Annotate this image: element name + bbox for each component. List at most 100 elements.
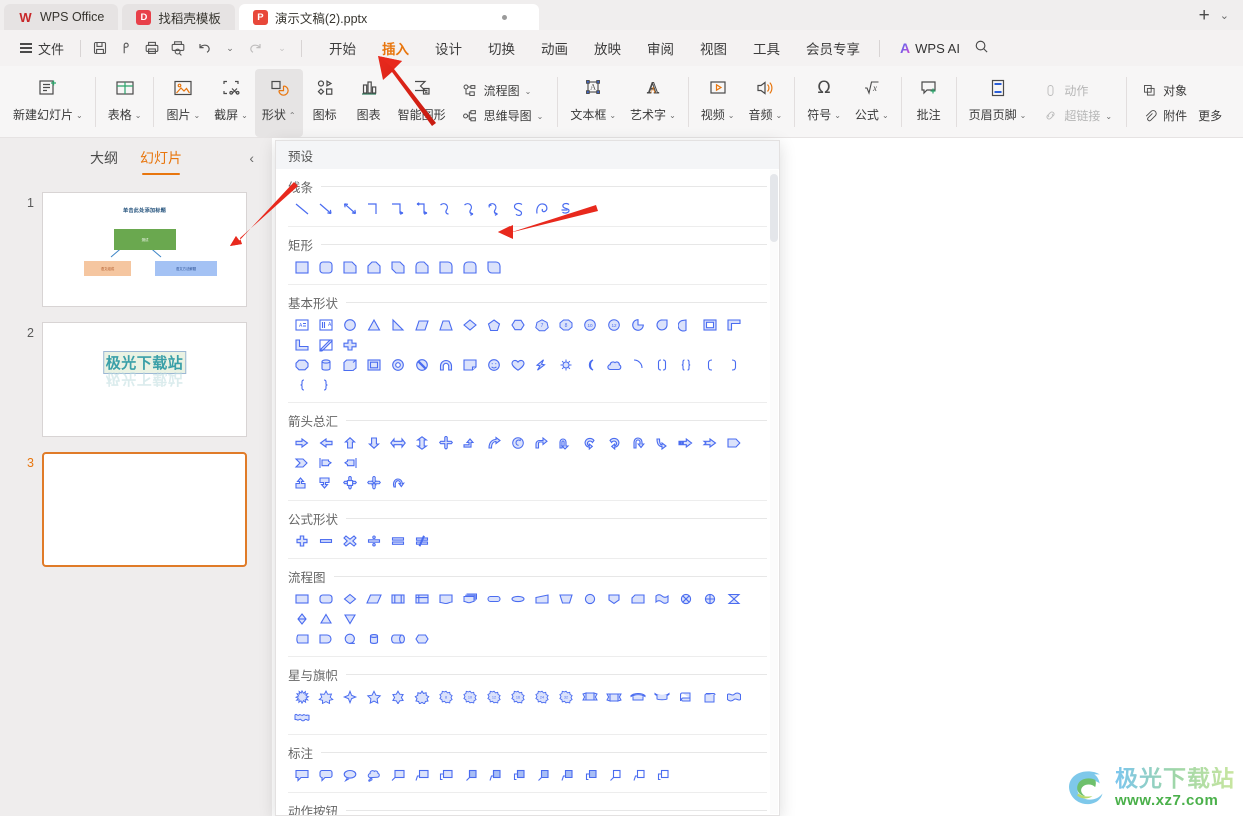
shape-freeform-shape[interactable] (530, 199, 554, 219)
shape-left-circular-arrow[interactable] (578, 433, 602, 453)
shape-u-turn-arrow[interactable] (554, 433, 578, 453)
shape-trapezoid[interactable] (434, 315, 458, 335)
shape-sun[interactable] (554, 355, 578, 375)
shape-up-down-arrow[interactable] (410, 433, 434, 453)
shape-horizontal-scroll[interactable] (698, 687, 722, 707)
shape-snip-diagonal-corner-rectangle[interactable] (386, 257, 410, 277)
shape-line-arrow[interactable] (314, 199, 338, 219)
shape-rounded-rectangle[interactable] (314, 257, 338, 277)
shape-flowchart-or[interactable] (698, 589, 722, 609)
mindmap-button[interactable]: 思维导图 ⌄ (459, 105, 547, 126)
redo-caret-icon[interactable]: ⌄ (269, 36, 295, 60)
shape-cross[interactable] (338, 335, 362, 355)
shape-right-brace[interactable] (314, 375, 338, 395)
shape-heart[interactable] (506, 355, 530, 375)
print-preview-icon[interactable] (165, 36, 191, 60)
icon-library-button[interactable]: 图标 (303, 69, 347, 137)
chevron-down-icon[interactable]: ⌄ (834, 111, 841, 120)
shape-flowchart-extract[interactable] (314, 609, 338, 629)
shape-curved-down-arrow[interactable] (650, 433, 674, 453)
shape-curved-up-ribbon[interactable] (626, 687, 650, 707)
shape-round-same-side-corner-rectangle[interactable] (458, 257, 482, 277)
shape-up-bent-arrow[interactable] (290, 473, 314, 493)
shape-chord[interactable] (674, 315, 698, 335)
tab-wps-office[interactable]: W WPS Office (4, 4, 119, 30)
sidebar-tab-slides[interactable]: 幻灯片 (140, 148, 182, 175)
shape-right-circular-arrow[interactable] (602, 433, 626, 453)
shape-flowchart-card[interactable] (626, 589, 650, 609)
shape-line-callout-3-accent[interactable] (506, 765, 530, 785)
shape-elbow-arrow-connector[interactable] (386, 199, 410, 219)
shape-vertical-text-box[interactable]: A (314, 315, 338, 335)
tab-transition[interactable]: 切换 (475, 30, 528, 66)
slide-thumbnail-1[interactable]: 1 单击此处添加标题 测试 语文组成 语文方法解题 (0, 186, 272, 307)
shape-flowchart-sequential-access[interactable] (338, 629, 362, 649)
shape-rectangle[interactable] (290, 257, 314, 277)
shape-left-bracket[interactable] (698, 355, 722, 375)
shape-dodecagon[interactable]: 12 (602, 315, 626, 335)
shape-star-5-point[interactable] (362, 687, 386, 707)
shape-moon[interactable] (578, 355, 602, 375)
audio-button[interactable]: 音频 ⌄ (741, 69, 789, 137)
formula-button[interactable]: x 公式 ⌄ (848, 69, 896, 137)
shape-l-shape[interactable] (290, 335, 314, 355)
shape-flowchart-manual-input[interactable] (530, 589, 554, 609)
shape-lightning-bolt[interactable] (530, 355, 554, 375)
chevron-down-icon[interactable]: ⌄ (882, 111, 889, 120)
shape-snip-single-corner-rectangle[interactable] (338, 257, 362, 277)
shape-flowchart-document[interactable] (434, 589, 458, 609)
chevron-down-icon[interactable]: ⌄ (728, 111, 735, 120)
shape-curve-connector[interactable] (434, 199, 458, 219)
shape-text-box[interactable]: A (290, 315, 314, 335)
panel-scrollbar-thumb[interactable] (770, 174, 778, 242)
shape-diagonal-stripe[interactable] (314, 335, 338, 355)
shape-pie[interactable] (626, 315, 650, 335)
shape-line-callout-2-border-accent[interactable] (554, 765, 578, 785)
shape-line-callout-1-no-border[interactable] (602, 765, 626, 785)
shape-flowchart-decision[interactable] (338, 589, 362, 609)
undo-icon[interactable] (191, 36, 217, 60)
shape-star-32-point[interactable]: 32 (554, 687, 578, 707)
chevron-left-icon[interactable]: ‹ (249, 150, 254, 166)
tab-slideshow[interactable]: 放映 (581, 30, 634, 66)
header-footer-button[interactable]: 页眉页脚 ⌄ (962, 69, 1034, 137)
shape-down-arrow[interactable] (362, 433, 386, 453)
shape-right-bracket[interactable] (722, 355, 746, 375)
shape-flowchart-process[interactable] (290, 589, 314, 609)
shape-star-16-point[interactable]: 16 (506, 687, 530, 707)
flowchart-button[interactable]: 流程图 ⌄ (459, 80, 547, 101)
hyperlink-button[interactable]: 超链接 ⌄ (1039, 105, 1115, 126)
slide-thumbnail-canvas[interactable] (42, 452, 247, 567)
chevron-up-icon[interactable]: ⌃ (289, 111, 296, 120)
shape-arc[interactable] (434, 355, 458, 375)
shape-flowchart-connector[interactable] (578, 589, 602, 609)
action-button[interactable]: 动作 (1039, 80, 1115, 101)
sidebar-tab-outline[interactable]: 大纲 (90, 148, 118, 172)
shape-round-single-corner-rectangle[interactable] (434, 257, 458, 277)
shape-quad-arrow-callout[interactable] (338, 473, 362, 493)
shape-bent-arrow[interactable] (530, 433, 554, 453)
shape-isosceles-triangle[interactable] (362, 315, 386, 335)
shape-line-double-arrow[interactable] (338, 199, 362, 219)
shape-snip-same-side-corner-rectangle[interactable] (362, 257, 386, 277)
shape-elbow-double-arrow[interactable] (410, 199, 434, 219)
wordart-button[interactable]: A A 艺术字 ⌄ (623, 69, 683, 137)
chevron-down-icon[interactable]: ⌄ (1020, 111, 1027, 120)
shape-plus-sign[interactable] (290, 531, 314, 551)
shape-vertical-scroll[interactable] (674, 687, 698, 707)
shape-pentagon-arrow[interactable] (722, 433, 746, 453)
shape-left-arrow[interactable] (314, 433, 338, 453)
shape-heptagon[interactable]: 7 (530, 315, 554, 335)
shape-star-24-point[interactable]: 24 (530, 687, 554, 707)
table-button[interactable]: 表格 ⌄ (101, 69, 149, 137)
shape-up-arrow[interactable] (338, 433, 362, 453)
shape-flowchart-terminator[interactable] (482, 589, 506, 609)
shape-left-notch-arrow[interactable] (338, 453, 362, 473)
shape-flowchart-stored-data[interactable] (290, 629, 314, 649)
panel-scrollbar-track[interactable] (770, 170, 778, 814)
shape-down-bent-arrow[interactable] (314, 473, 338, 493)
shape-elbow-connector[interactable] (362, 199, 386, 219)
shape-flowchart-collate[interactable] (722, 589, 746, 609)
shape-curved-right-arrow[interactable] (482, 433, 506, 453)
chevron-down-icon[interactable]: ⌄ (1220, 9, 1229, 22)
